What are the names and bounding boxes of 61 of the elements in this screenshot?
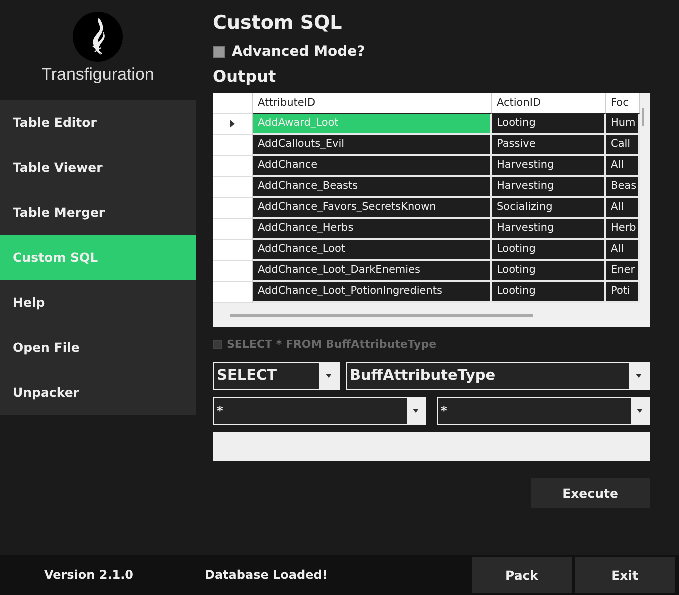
version-label: Version 2.1.0 xyxy=(43,568,135,582)
section-label: Output xyxy=(213,67,278,88)
table-cell: Ener xyxy=(606,261,640,282)
column-header[interactable]: AttributeID xyxy=(253,93,492,114)
page-title: Custom SQL xyxy=(213,12,344,36)
table-cell: AddChance_Loot_PotionIngredients xyxy=(253,282,492,303)
footer-button[interactable]: Exit xyxy=(575,557,675,593)
dropdown-icon xyxy=(407,397,425,425)
table-cell: Hum xyxy=(606,114,640,135)
table-cell: Poti xyxy=(606,282,640,303)
scrollbar-thumb[interactable] xyxy=(642,108,644,126)
table-cell: AddChance_Loot xyxy=(253,240,492,261)
table-cell: Harvesting xyxy=(492,177,606,198)
sidebar-item[interactable]: Table Editor xyxy=(0,100,196,145)
checkbox-label: Advanced Mode? xyxy=(232,44,366,60)
table-cell: Looting xyxy=(492,240,606,261)
scrollbar-thumb[interactable] xyxy=(230,314,533,316)
row-header[interactable] xyxy=(213,114,253,135)
sidebar-item[interactable]: Help xyxy=(0,280,196,325)
table-cell: Looting xyxy=(492,261,606,282)
dropdown-icon xyxy=(631,397,649,425)
flame-logo-icon xyxy=(73,12,123,62)
table-cell: All xyxy=(606,198,640,219)
table-cell: All xyxy=(606,240,640,261)
table-cell: Looting xyxy=(492,114,606,135)
table-cell: AddChance xyxy=(253,156,492,177)
table-cell: AddChance_Beasts xyxy=(253,177,492,198)
input-field[interactable] xyxy=(213,432,650,461)
table-cell: Harvesting xyxy=(492,156,606,177)
table-cell: AddAward_Loot xyxy=(253,114,492,135)
sidebar-item[interactable]: Table Viewer xyxy=(0,145,196,190)
footer-button[interactable]: Pack xyxy=(472,557,572,593)
field-dropdown[interactable]: * xyxy=(213,397,426,425)
table-cell: Beas xyxy=(606,177,640,198)
sidebar-item[interactable]: Unpacker xyxy=(0,370,196,415)
table-cell: Passive xyxy=(492,135,606,156)
column-header[interactable]: ActionID xyxy=(492,93,606,114)
sidebar-item[interactable]: Open File xyxy=(0,325,196,370)
table-cell: Socializing xyxy=(492,198,606,219)
sidebar-item[interactable]: Table Merger xyxy=(0,190,196,235)
dropdown-icon xyxy=(319,362,339,390)
checkbox[interactable] xyxy=(213,46,225,58)
query-preview: SELECT * FROM BuffAttributeType xyxy=(227,338,437,350)
field-dropdown[interactable]: * xyxy=(437,397,650,425)
column-header[interactable]: Foc xyxy=(606,93,640,114)
row-header xyxy=(213,93,253,114)
table-cell: All xyxy=(606,156,640,177)
execute-button[interactable]: Execute xyxy=(531,478,650,508)
dropdown-icon xyxy=(629,362,649,390)
table-cell: Harvesting xyxy=(492,219,606,240)
statement-dropdown[interactable]: SELECT xyxy=(213,362,340,390)
status-text: Database Loaded! xyxy=(204,568,329,582)
table-cell: AddChance_Loot_DarkEnemies xyxy=(253,261,492,282)
app-name: Transfiguration xyxy=(42,65,154,85)
table-cell: AddChance_Favors_SecretsKnown xyxy=(253,198,492,219)
table-cell: AddCallouts_Evil xyxy=(253,135,492,156)
table-cell: Looting xyxy=(492,282,606,303)
table-dropdown[interactable]: BuffAttributeType xyxy=(346,362,650,390)
table-cell: AddChance_Herbs xyxy=(253,219,492,240)
table-cell: Herb xyxy=(606,219,640,240)
table-cell: Call xyxy=(606,135,640,156)
